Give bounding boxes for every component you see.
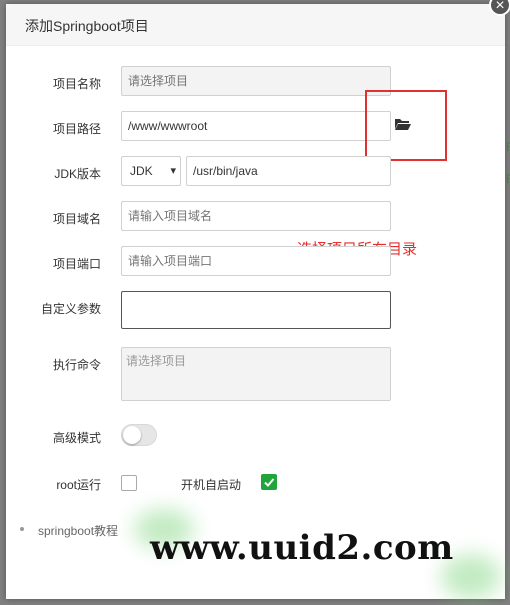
checkmark-icon xyxy=(264,478,275,487)
advanced-mode-toggle[interactable] xyxy=(121,424,157,446)
background-fragment: E xyxy=(506,140,510,154)
jdk-path-input[interactable]: /usr/bin/java xyxy=(186,156,391,186)
exec-command-textarea[interactable]: 请选择项目 xyxy=(121,347,391,401)
autostart-checkbox[interactable] xyxy=(261,474,277,490)
jdk-select-value: JDK xyxy=(130,164,153,178)
add-springboot-project-dialog: 添加Springboot项目 项目名称 项目路径 /www/wwwroot JD… xyxy=(6,4,505,599)
jdk-version-label: JDK版本 xyxy=(54,167,101,181)
run-as-root-checkbox[interactable] xyxy=(121,475,137,491)
autostart-label: 开机自启动 xyxy=(180,478,241,492)
project-port-label: 项目端口 xyxy=(52,257,101,271)
tip-item: springboot教程 xyxy=(38,524,119,538)
project-domain-label: 项目域名 xyxy=(52,212,101,226)
custom-params-textarea[interactable] xyxy=(121,291,391,329)
project-name-input[interactable] xyxy=(121,66,391,96)
annotation-highlight-box xyxy=(365,90,447,161)
jdk-select[interactable]: JDK ▾ xyxy=(121,156,181,186)
project-port-input[interactable] xyxy=(121,246,391,276)
close-icon[interactable]: × xyxy=(489,0,510,16)
bullet-icon xyxy=(20,527,24,531)
run-as-root-label: root运行 xyxy=(56,478,101,492)
custom-params-label: 自定义参数 xyxy=(40,302,101,316)
chevron-down-icon: ▾ xyxy=(170,165,176,177)
exec-command-label: 执行命令 xyxy=(52,358,101,372)
project-domain-input[interactable] xyxy=(121,201,391,231)
project-name-label: 项目名称 xyxy=(52,77,101,91)
dialog-titlebar: 添加Springboot项目 xyxy=(6,4,505,46)
background-fragment: E xyxy=(506,172,510,186)
watermark-text: www.uuid2.com xyxy=(150,528,454,568)
dialog-title: 添加Springboot项目 xyxy=(25,18,149,34)
project-path-input[interactable]: /www/wwwroot xyxy=(121,111,391,141)
advanced-mode-label: 高级模式 xyxy=(52,431,101,445)
project-path-label: 项目路径 xyxy=(52,122,101,136)
toggle-knob xyxy=(123,426,141,444)
